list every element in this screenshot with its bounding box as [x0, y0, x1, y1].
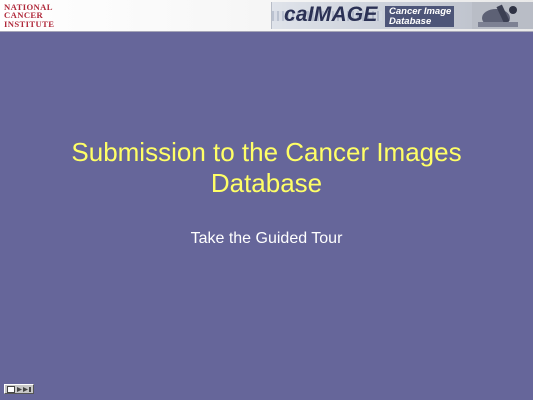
- slideshow-nav-icon: [7, 386, 31, 393]
- logo-line-3: INSTITUTE: [4, 18, 55, 29]
- microscope-image-icon: [472, 2, 530, 29]
- header-bar: NATIONAL CANCER INSTITUTE caIMAGE Cancer…: [0, 0, 533, 32]
- banner-title: caIMAGE: [284, 3, 378, 26]
- caimage-banner: caIMAGE Cancer Image Database: [271, 2, 533, 29]
- slide-title: Submission to the Cancer Images Database: [0, 137, 533, 199]
- slide-subtitle: Take the Guided Tour: [190, 230, 343, 247]
- banner-badge: Cancer Image Database: [385, 6, 454, 27]
- slide-title-line-1: Submission to the Cancer Images: [71, 137, 462, 167]
- banner-subtitle-line-2: Database: [389, 16, 432, 27]
- nci-logo: NATIONAL CANCER INSTITUTE: [4, 3, 62, 29]
- slideshow-nav-button[interactable]: [4, 384, 34, 394]
- slide-title-line-2: Database: [210, 168, 323, 198]
